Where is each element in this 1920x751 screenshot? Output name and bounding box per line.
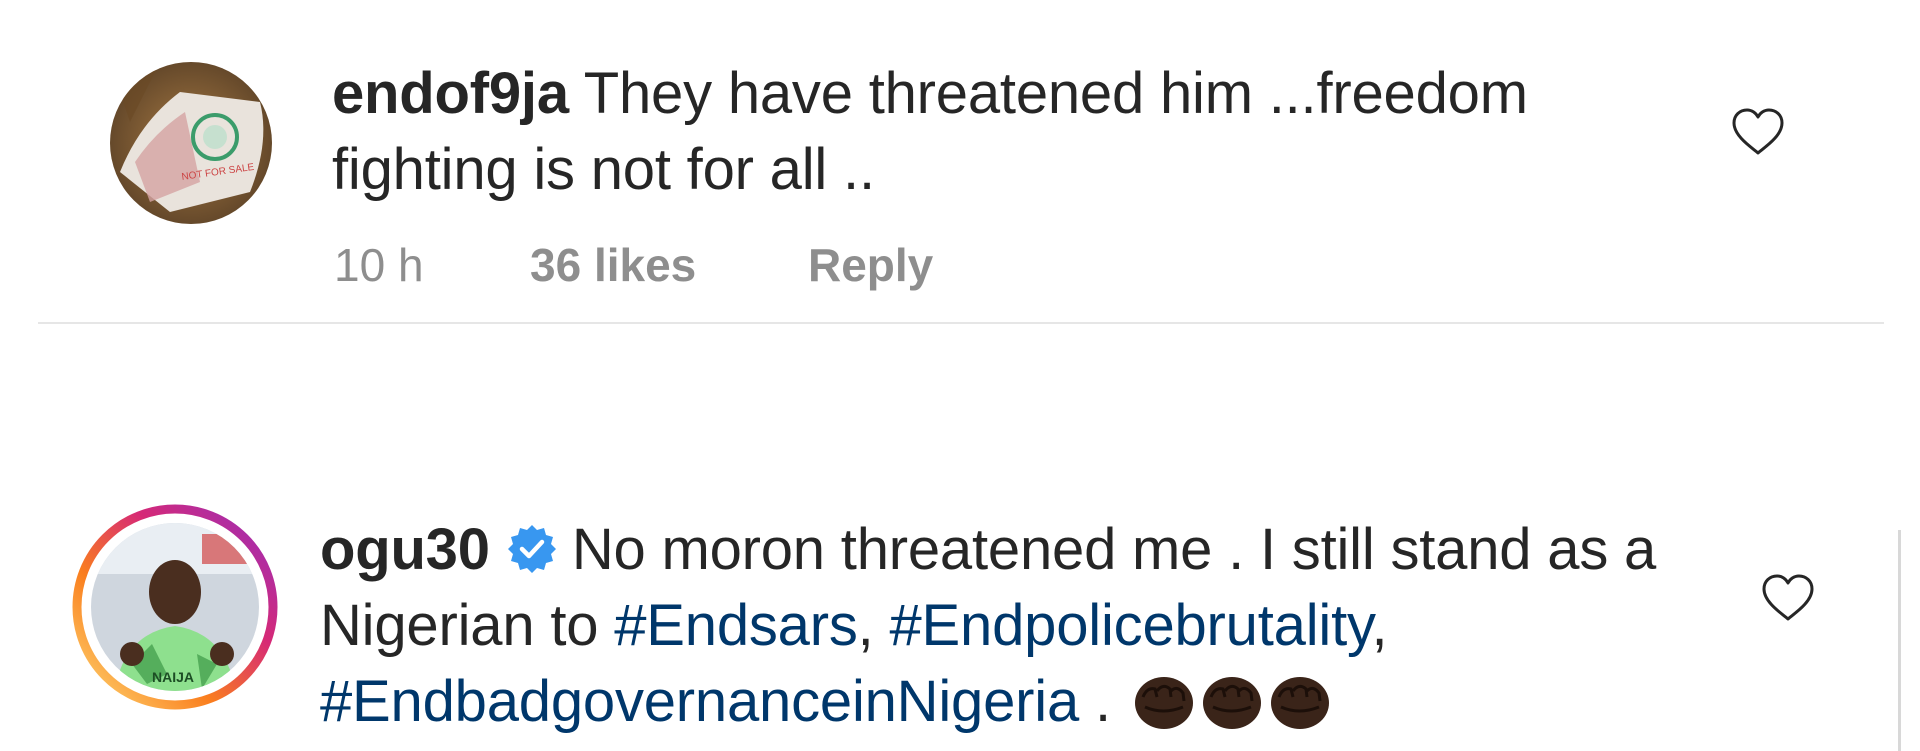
comment-text: endof9ja They have threatened him ...fre… (332, 56, 1662, 208)
scrollbar[interactable] (1898, 530, 1901, 751)
comment-item: NAIJA ogu30 No moron threatened me . I s… (0, 480, 1920, 751)
comment-meta: 10 h 36 likes Reply (334, 238, 1034, 292)
comment-timestamp: 10 h (334, 239, 424, 291)
divider (38, 322, 1884, 324)
heart-outline-icon[interactable] (1760, 573, 1816, 623)
avatar[interactable]: NOT FOR SALE (110, 62, 272, 224)
comment-separator: , (857, 593, 874, 658)
verified-badge-icon (507, 525, 556, 573)
avatar[interactable]: NAIJA (72, 504, 278, 710)
raised-fist-icon (1134, 677, 1193, 729)
hashtag-link[interactable]: #EndbadgovernanceinNigeria (320, 669, 1079, 734)
comment-tail: . (1094, 669, 1111, 734)
comment-likes-count[interactable]: 36 likes (530, 238, 696, 292)
comment-username[interactable]: ogu30 (320, 517, 490, 582)
comment-username[interactable]: endof9ja (332, 61, 569, 126)
comment-separator: , (1371, 593, 1388, 658)
raised-fist-icon (1270, 677, 1329, 729)
heart-outline-icon[interactable] (1730, 107, 1786, 157)
reply-button[interactable]: Reply (808, 238, 933, 292)
comment-text: ogu30 No moron threatened me . I still s… (320, 512, 1730, 740)
avatar-story-ring-image: NAIJA (72, 504, 278, 710)
raised-fist-icon (1202, 677, 1261, 729)
avatar-image: NOT FOR SALE (110, 62, 272, 224)
hashtag-link[interactable]: #Endsars (614, 593, 858, 658)
hashtag-link[interactable]: #Endpolicebrutality (890, 593, 1372, 658)
comment-item: NOT FOR SALE endof9ja They have threaten… (0, 0, 1920, 330)
svg-text:NAIJA: NAIJA (152, 669, 194, 685)
